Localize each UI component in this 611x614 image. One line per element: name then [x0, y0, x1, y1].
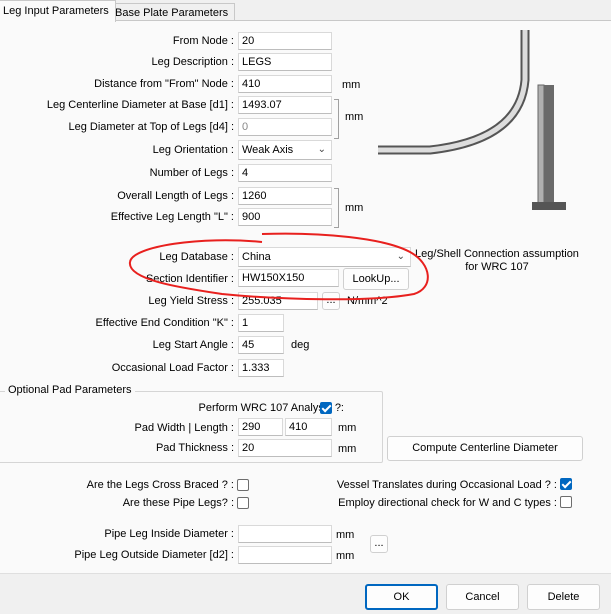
orientation-select[interactable]: Weak Axis ⌄ — [238, 140, 332, 160]
optional-pad-title: Optional Pad Parameters — [5, 384, 135, 396]
directional-check-label: Employ directional check for W and C typ… — [338, 497, 557, 509]
distance-unit: mm — [342, 79, 361, 91]
directional-check-checkbox[interactable] — [560, 496, 572, 508]
pipe-browse-button[interactable]: ... — [370, 535, 388, 553]
pipe-outside-diameter-input[interactable] — [238, 546, 332, 564]
vessel-translates-label: Vessel Translates during Occasional Load… — [336, 479, 557, 491]
pipe-inside-diameter-label: Pipe Leg Inside Diameter : — [104, 528, 234, 540]
pad-width-length-label: Pad Width | Length : — [134, 422, 234, 434]
pad-thickness-label: Pad Thickness : — [155, 442, 234, 454]
connection-assumption-note: Leg/Shell Connection assumption for WRC … — [415, 248, 579, 273]
pipe-inside-diameter-input[interactable] — [238, 525, 332, 543]
start-angle-label: Leg Start Angle : — [152, 339, 234, 351]
effective-length-input[interactable]: 900 — [238, 208, 332, 226]
pad-thickness-unit: mm — [338, 443, 357, 455]
overall-length-label: Overall Length of Legs : — [117, 190, 234, 202]
tab-strip: Leg Input Parameters Base Plate Paramete… — [0, 0, 611, 22]
length-unit: mm — [345, 202, 364, 214]
tab-leg-input-parameters[interactable]: Leg Input Parameters — [0, 0, 116, 22]
effective-length-label: Effective Leg Length "L" : — [110, 211, 234, 223]
overall-length-input[interactable]: 1260 — [238, 187, 332, 205]
orientation-value: Weak Axis — [242, 144, 294, 156]
cancel-button[interactable]: Cancel — [446, 584, 519, 610]
ok-button[interactable]: OK — [365, 584, 438, 610]
number-of-legs-input[interactable]: 4 — [238, 164, 332, 182]
dialog-footer: OK Cancel Delete — [0, 573, 611, 614]
diameter-brace — [334, 99, 339, 139]
centerline-diameter-label: Leg Centerline Diameter at Base [d1] : — [46, 99, 234, 111]
pipe-inside-unit: mm — [336, 529, 355, 541]
wrc-analysis-checkbox[interactable] — [320, 402, 332, 414]
cross-braced-checkbox[interactable] — [237, 479, 249, 491]
pipe-outside-diameter-label: Pipe Leg Outside Diameter [d2] : — [74, 549, 234, 561]
pipe-outside-unit: mm — [336, 550, 355, 562]
cross-braced-label: Are the Legs Cross Braced ? : — [86, 479, 234, 491]
vessel-translates-checkbox[interactable] — [560, 478, 572, 490]
end-condition-label: Effective End Condition "K" : — [95, 317, 234, 329]
pad-width-input[interactable]: 290 — [238, 418, 283, 436]
pipe-legs-label: Are these Pipe Legs? : — [122, 497, 234, 509]
compute-centerline-button[interactable]: Compute Centerline Diameter — [387, 436, 583, 461]
leg-diagram-image — [378, 30, 566, 210]
pad-length-input[interactable]: 410 — [285, 418, 332, 436]
centerline-diameter-input[interactable]: 1493.07 — [238, 96, 332, 114]
orientation-label: Leg Orientation : — [152, 144, 234, 156]
red-annotation-ellipse — [128, 232, 429, 301]
occasional-load-label: Occasional Load Factor : — [111, 362, 234, 374]
pad-width-unit: mm — [338, 422, 357, 434]
distance-from-input[interactable]: 410 — [238, 75, 332, 93]
diameter-top-label: Leg Diameter at Top of Legs [d4] : — [68, 121, 234, 133]
number-of-legs-label: Number of Legs : — [149, 167, 234, 179]
start-angle-unit: deg — [291, 339, 310, 351]
pad-thickness-input[interactable]: 20 — [238, 439, 332, 457]
from-node-input[interactable]: 20 — [238, 32, 332, 50]
pipe-legs-checkbox[interactable] — [237, 497, 249, 509]
distance-from-label: Distance from "From" Node : — [94, 78, 234, 90]
diameter-unit: mm — [345, 111, 364, 123]
from-node-label: From Node : — [172, 35, 234, 47]
chevron-down-icon: ⌄ — [317, 144, 326, 155]
length-brace — [334, 188, 339, 228]
leg-description-input[interactable]: LEGS — [238, 53, 332, 71]
start-angle-input[interactable]: 45 — [238, 336, 284, 354]
delete-button[interactable]: Delete — [527, 584, 600, 610]
leg-description-label: Leg Description : — [151, 56, 234, 68]
occasional-load-input[interactable]: 1.333 — [238, 359, 284, 377]
end-condition-input[interactable]: 1 — [238, 314, 284, 332]
diameter-top-input[interactable]: 0 — [238, 118, 332, 136]
